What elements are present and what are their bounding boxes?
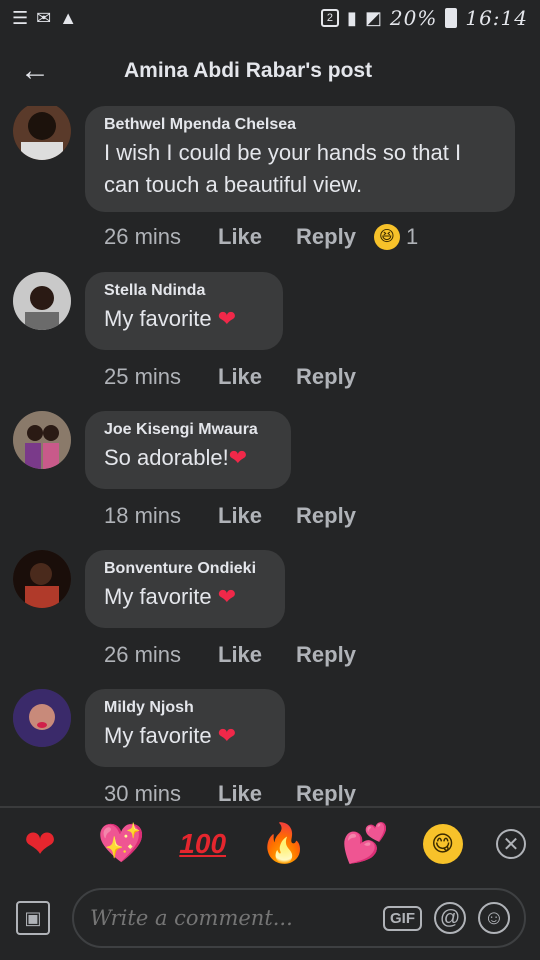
like-button[interactable]: Like: [218, 364, 262, 390]
comment-author[interactable]: Bethwel Mpenda Chelsea: [104, 116, 495, 134]
comment-composer: ▣ GIF @ ☺: [0, 884, 540, 952]
comment-bubble: Bethwel Mpenda Chelsea I wish I could be…: [85, 106, 515, 212]
avatar[interactable]: [13, 106, 71, 160]
comment-text: My favorite: [104, 723, 212, 748]
red-heart-icon: ❤: [217, 723, 237, 748]
reaction-summary[interactable]: 😆 1: [373, 224, 419, 250]
page-title: Amina Abdi Rabar's post: [124, 59, 373, 82]
comment-bubble: Mildy Njosh My favorite ❤: [85, 689, 285, 767]
comment-author[interactable]: Stella Ndinda: [104, 282, 263, 300]
like-button[interactable]: Like: [218, 224, 262, 250]
sim-icon: 2: [320, 9, 339, 27]
comment-text-wrap: My favorite ❤: [104, 720, 265, 752]
reaction-count: 1: [405, 224, 419, 249]
fire-emoji[interactable]: 🔥: [260, 820, 308, 868]
warning-icon: ▲: [59, 8, 78, 28]
avatar[interactable]: [13, 272, 71, 330]
status-bar: ☰ ✉ ▲ 2 ▮ ◩ 20% 16:14: [0, 0, 540, 36]
reply-button[interactable]: Reply: [296, 781, 356, 806]
comment-input[interactable]: [88, 905, 371, 931]
at-icon[interactable]: @: [434, 902, 466, 934]
comments-list[interactable]: Bethwel Mpenda Chelsea I wish I could be…: [0, 106, 540, 806]
comment-bubble: Joe Kisengi Mwaura So adorable!❤: [85, 411, 291, 489]
comment-time: 26 mins: [104, 224, 182, 249]
comment-time: 26 mins: [104, 642, 182, 667]
divider: [0, 806, 540, 808]
close-icon[interactable]: ✕: [495, 829, 526, 859]
two-hearts-emoji[interactable]: 💕: [341, 820, 389, 868]
avatar-image: [13, 411, 71, 469]
comment-time: 18 mins: [104, 503, 182, 528]
comment-text: My favorite: [104, 306, 212, 331]
comment-bubble: Stella Ndinda My favorite ❤: [85, 272, 283, 350]
like-button[interactable]: Like: [218, 642, 262, 668]
reply-button[interactable]: Reply: [296, 364, 356, 390]
reply-button[interactable]: Reply: [296, 503, 356, 529]
red-heart-icon: ❤: [217, 306, 237, 331]
signal-box-icon: ◩: [364, 8, 382, 28]
avatar-image: [13, 689, 71, 747]
menu-icon: ☰: [12, 8, 29, 28]
comment-text-wrap: My favorite ❤: [104, 581, 265, 613]
comment-author[interactable]: Mildy Njosh: [104, 699, 265, 717]
comment-actions: 26 mins Like Reply 😆 1: [104, 224, 418, 250]
avatar[interactable]: [13, 411, 71, 469]
reply-button[interactable]: Reply: [296, 642, 356, 668]
battery-icon: [445, 8, 458, 28]
smiley-icon[interactable]: ☺: [478, 902, 510, 934]
comment-time: 30 mins: [104, 781, 182, 806]
message-icon: ✉: [36, 8, 52, 28]
status-left-icons: ☰ ✉ ▲: [12, 9, 77, 27]
hundred-points-emoji[interactable]: 100: [179, 820, 227, 868]
like-button[interactable]: Like: [218, 781, 262, 806]
comment-text-wrap: My favorite ❤: [104, 303, 263, 335]
comment-actions: 30 mins Like Reply: [104, 781, 356, 806]
quick-emoji-bar: ❤ 💖 100 🔥 💕 😋 ✕: [0, 812, 540, 876]
signal-icon: ▮: [346, 8, 357, 28]
comment-author[interactable]: Joe Kisengi Mwaura: [104, 421, 271, 439]
comment-bubble: Bonventure Ondieki My favorite ❤: [85, 550, 285, 628]
sparkling-heart-emoji[interactable]: 💖: [97, 820, 145, 868]
avatar[interactable]: [13, 689, 71, 747]
avatar-image: [13, 272, 71, 330]
comment-author[interactable]: Bonventure Ondieki: [104, 560, 265, 578]
comment-actions: 25 mins Like Reply: [104, 364, 356, 390]
yum-face-emoji[interactable]: 😋: [422, 824, 463, 864]
grinning-squint-emoji: 😆: [373, 224, 400, 250]
comment-actions: 18 mins Like Reply: [104, 503, 356, 529]
comment-text: So adorable!: [104, 445, 229, 470]
avatar-image: [13, 106, 71, 160]
like-button[interactable]: Like: [218, 503, 262, 529]
comment-text: I wish I could be your hands so that I c…: [104, 140, 462, 197]
clock: 16:14: [465, 6, 528, 30]
avatar[interactable]: [13, 550, 71, 608]
photo-icon[interactable]: ▣: [16, 901, 50, 935]
reply-button[interactable]: Reply: [296, 224, 356, 250]
comment-text: My favorite: [104, 584, 212, 609]
header: ← Amina Abdi Rabar's post: [0, 36, 540, 106]
red-heart-emoji[interactable]: ❤: [16, 820, 64, 868]
comment-input-box: GIF @ ☺: [72, 888, 526, 948]
avatar-image: [13, 550, 71, 608]
red-heart-icon: ❤: [228, 445, 248, 470]
comment-actions: 26 mins Like Reply: [104, 642, 356, 668]
gif-button[interactable]: GIF: [383, 905, 422, 931]
status-right-icons: 2 ▮ ◩ 20% 16:14: [320, 6, 528, 30]
battery-percent: 20%: [389, 6, 438, 30]
red-heart-icon: ❤: [217, 584, 237, 609]
comment-text-wrap: So adorable!❤: [104, 442, 271, 474]
comment-time: 25 mins: [104, 364, 182, 389]
arrow-left-icon[interactable]: ←: [0, 54, 70, 88]
